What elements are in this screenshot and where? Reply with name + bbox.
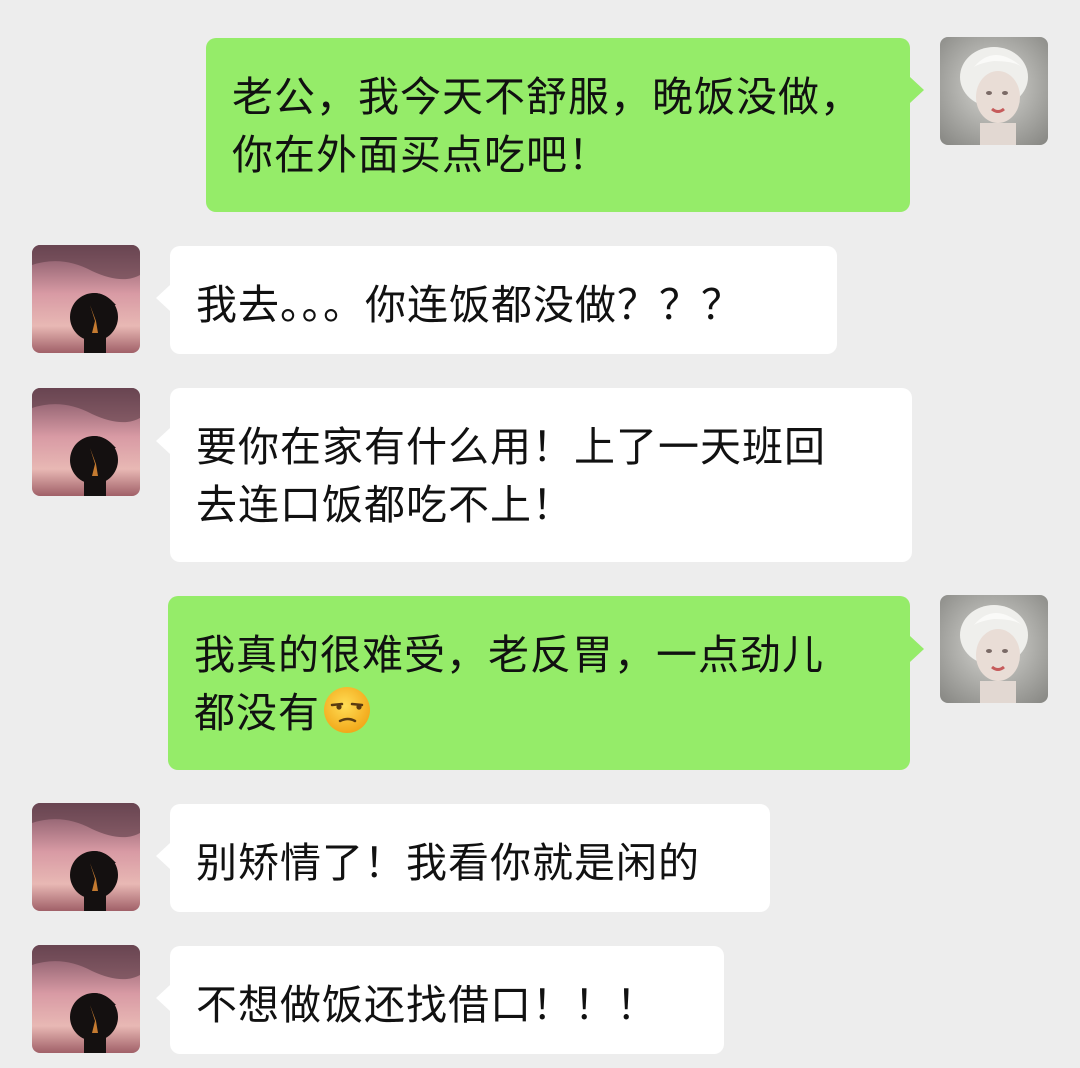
message-text-line: 要你在家有什么用！上了一天班回 xyxy=(196,423,826,471)
avatar-self[interactable] xyxy=(940,37,1048,145)
silhouette-sunset-avatar-icon xyxy=(32,945,140,1053)
message-text-line: 我真的很难受，老反胃，一点劲儿 xyxy=(194,631,824,679)
silhouette-sunset-avatar-icon xyxy=(32,388,140,496)
message-text-line: 去连口饭都吃不上！ xyxy=(196,481,574,529)
girl-portrait-avatar-icon xyxy=(940,37,1048,145)
avatar-other[interactable] xyxy=(32,803,140,911)
unamused-face-emoji-icon xyxy=(324,687,370,733)
bubble-tail xyxy=(156,428,170,454)
avatar-other[interactable] xyxy=(32,388,140,496)
message-bubble-self[interactable]: 我真的很难受，老反胃，一点劲儿 都没有 xyxy=(168,596,910,770)
message-text-line: 别矫情了！我看你就是闲的 xyxy=(196,839,700,887)
bubble-tail xyxy=(910,77,924,103)
message-bubble-other[interactable]: 我去。。。你连饭都没做？？？ xyxy=(170,246,837,354)
message-bubble-other[interactable]: 别矫情了！我看你就是闲的 xyxy=(170,804,770,912)
silhouette-sunset-avatar-icon xyxy=(32,245,140,353)
message-text-fragment: 都没有 xyxy=(194,689,320,737)
bubble-tail xyxy=(156,285,170,311)
message-text-line: 不想做饭还找借口！！！ xyxy=(196,981,658,1029)
avatar-other[interactable] xyxy=(32,245,140,353)
chat-window: 老公，我今天不舒服，晚饭没做， 你在外面买点吃吧！ 我去。。。你连饭都没做？？？… xyxy=(0,0,1080,1068)
avatar-other[interactable] xyxy=(32,945,140,1053)
bubble-tail xyxy=(156,843,170,869)
message-text-line: 都没有 xyxy=(194,684,884,742)
message-text-line: 你在外面买点吃吧！ xyxy=(232,131,610,179)
bubble-tail xyxy=(910,636,924,662)
silhouette-sunset-avatar-icon xyxy=(32,803,140,911)
message-text-line: 我去。。。你连饭都没做？？？ xyxy=(196,281,743,329)
message-bubble-self[interactable]: 老公，我今天不舒服，晚饭没做， 你在外面买点吃吧！ xyxy=(206,38,910,212)
bubble-tail xyxy=(156,985,170,1011)
avatar-self[interactable] xyxy=(940,595,1048,703)
message-bubble-other[interactable]: 不想做饭还找借口！！！ xyxy=(170,946,724,1054)
girl-portrait-avatar-icon xyxy=(940,595,1048,703)
message-text-line: 老公，我今天不舒服，晚饭没做， xyxy=(232,73,862,121)
message-bubble-other[interactable]: 要你在家有什么用！上了一天班回 去连口饭都吃不上！ xyxy=(170,388,912,562)
